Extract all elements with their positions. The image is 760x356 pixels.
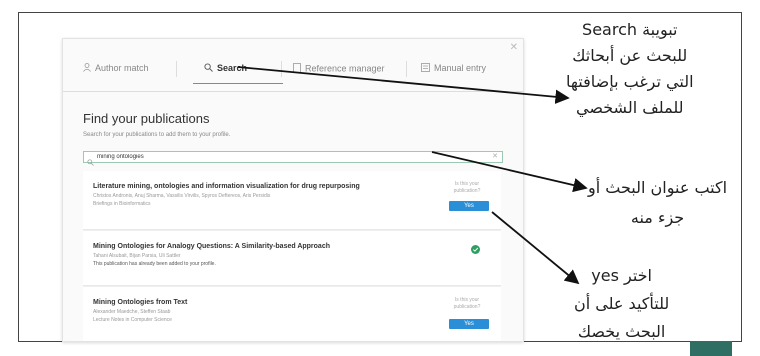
- arrow-search-field: [431, 151, 588, 193]
- search-field-callout: اكتب عنوان البحث أو جزء منه: [588, 178, 728, 227]
- yes-callout: اختر yes للتأكيد على أن البحث يخصك: [574, 266, 670, 341]
- arrow-search-tab: [237, 66, 570, 104]
- arrow-yes-button: [491, 211, 580, 285]
- search-tab-callout: تبويبة Search للبحث عن أبحاثك التي ترغب …: [566, 20, 694, 117]
- emblem-logo: [690, 341, 732, 356]
